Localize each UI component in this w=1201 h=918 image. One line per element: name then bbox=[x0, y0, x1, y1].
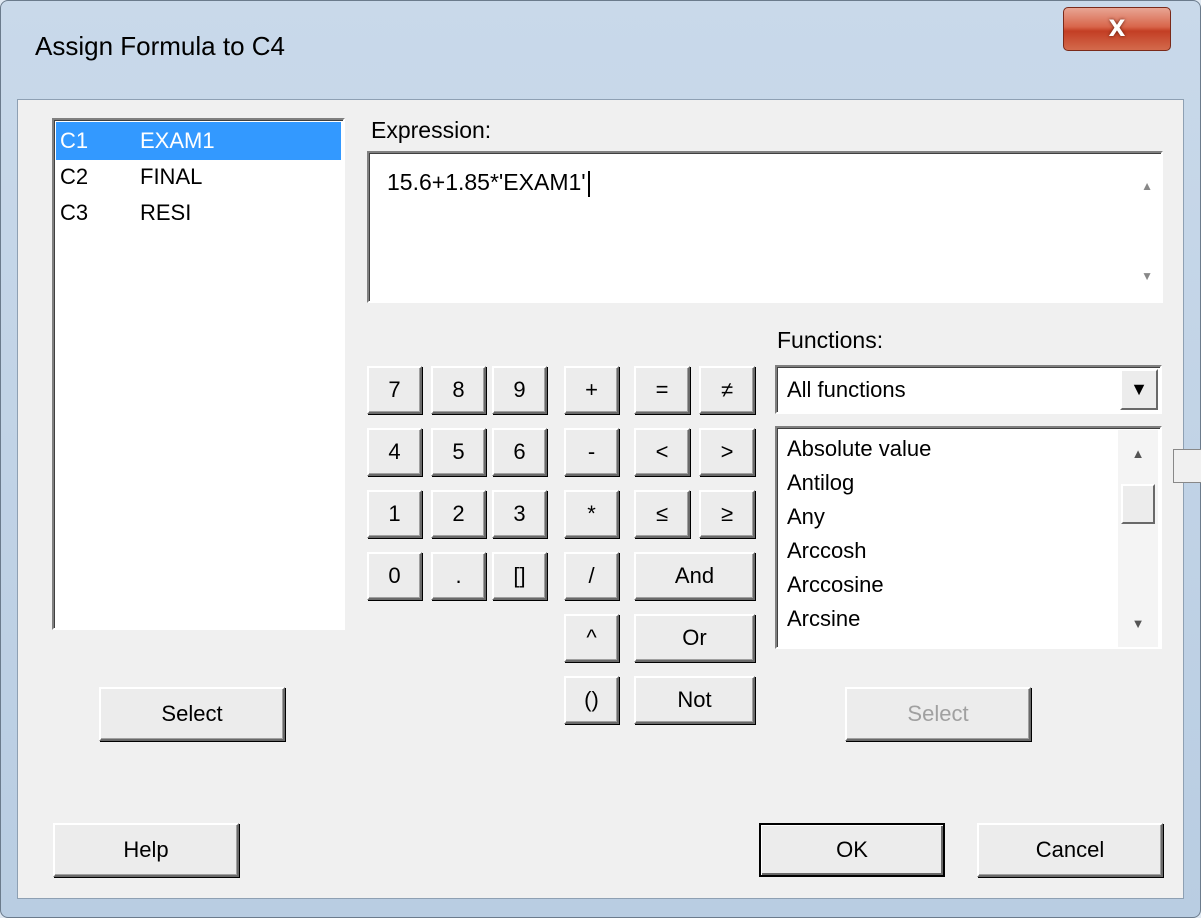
functions-list[interactable]: Absolute value Antilog Any Arccosh Arcco… bbox=[775, 426, 1162, 649]
function-item[interactable]: Absolute value bbox=[787, 436, 931, 462]
function-item[interactable]: Any bbox=[787, 504, 825, 530]
ok-button[interactable]: OK bbox=[759, 823, 945, 877]
key-greater-than[interactable]: > bbox=[699, 428, 755, 476]
key-parentheses[interactable]: () bbox=[564, 676, 619, 724]
column-name: FINAL bbox=[140, 164, 203, 189]
column-name: RESI bbox=[140, 200, 192, 225]
key-power[interactable]: ^ bbox=[564, 614, 619, 662]
column-id: C2 bbox=[60, 164, 89, 189]
key-4[interactable]: 4 bbox=[367, 428, 422, 476]
key-not[interactable]: Not bbox=[634, 676, 755, 724]
key-plus[interactable]: + bbox=[564, 366, 619, 414]
key-9[interactable]: 9 bbox=[492, 366, 547, 414]
key-greater-equal[interactable]: ≥ bbox=[699, 490, 755, 538]
key-multiply[interactable]: * bbox=[564, 490, 619, 538]
key-3[interactable]: 3 bbox=[492, 490, 547, 538]
key-or[interactable]: Or bbox=[634, 614, 755, 662]
column-item-c3[interactable]: C3 RESI bbox=[56, 194, 341, 232]
column-name: EXAM1 bbox=[140, 128, 215, 153]
function-item[interactable]: Arcsine bbox=[787, 606, 860, 632]
column-id: C3 bbox=[60, 200, 89, 225]
expression-text: 15.6+1.85*'EXAM1' bbox=[387, 169, 590, 197]
cancel-button[interactable]: Cancel bbox=[977, 823, 1163, 877]
scrollbar-thumb[interactable] bbox=[1121, 484, 1155, 524]
key-5[interactable]: 5 bbox=[431, 428, 486, 476]
key-6[interactable]: 6 bbox=[492, 428, 547, 476]
column-list[interactable]: C1 EXAM1 C2 FINAL C3 RESI bbox=[52, 118, 345, 630]
key-and[interactable]: And bbox=[634, 552, 755, 600]
scroll-up-arrow-icon[interactable]: ▲ bbox=[1118, 446, 1158, 461]
scroll-down-arrow-icon[interactable]: ▼ bbox=[1118, 616, 1158, 631]
functions-scrollbar[interactable]: ▲ ▼ bbox=[1118, 430, 1158, 647]
function-item[interactable]: Arccosine bbox=[787, 572, 884, 598]
help-button[interactable]: Help bbox=[53, 823, 239, 877]
function-item[interactable]: Arccosh bbox=[787, 538, 866, 564]
scroll-up-arrow-icon[interactable]: ▲ bbox=[1141, 179, 1153, 193]
key-2[interactable]: 2 bbox=[431, 490, 486, 538]
close-button[interactable]: X bbox=[1063, 7, 1171, 51]
key-7[interactable]: 7 bbox=[367, 366, 422, 414]
function-select-button[interactable]: Select bbox=[845, 687, 1031, 741]
dialog-title: Assign Formula to C4 bbox=[35, 31, 285, 61]
side-resize-tab[interactable] bbox=[1173, 449, 1201, 483]
column-id: C1 bbox=[60, 128, 89, 153]
expression-input[interactable]: 15.6+1.85*'EXAM1' ▲ ▼ bbox=[367, 151, 1163, 303]
dialog-window: Assign Formula to C4 X C1 EXAM1 C2 FINAL… bbox=[0, 0, 1201, 918]
dropdown-arrow-icon[interactable]: ▼ bbox=[1120, 369, 1158, 410]
key-brackets[interactable]: [] bbox=[492, 552, 547, 600]
functions-filter-value: All functions bbox=[787, 377, 906, 402]
title-bar[interactable]: Assign Formula to C4 X bbox=[1, 1, 1200, 99]
column-select-button[interactable]: Select bbox=[99, 687, 285, 741]
key-0[interactable]: 0 bbox=[367, 552, 422, 600]
function-item[interactable]: Antilog bbox=[787, 470, 854, 496]
key-less-equal[interactable]: ≤ bbox=[634, 490, 690, 538]
functions-label: Functions: bbox=[777, 327, 884, 353]
key-equals[interactable]: = bbox=[634, 366, 690, 414]
functions-filter-dropdown[interactable]: All functions ▼ bbox=[775, 365, 1162, 414]
scroll-down-arrow-icon[interactable]: ▼ bbox=[1141, 269, 1153, 283]
key-less-than[interactable]: < bbox=[634, 428, 690, 476]
expression-value: 15.6+1.85*'EXAM1' bbox=[387, 169, 586, 195]
expression-label: Expression: bbox=[371, 117, 492, 143]
key-minus[interactable]: - bbox=[564, 428, 619, 476]
key-8[interactable]: 8 bbox=[431, 366, 486, 414]
key-not-equal[interactable]: ≠ bbox=[699, 366, 755, 414]
key-divide[interactable]: / bbox=[564, 552, 619, 600]
text-caret bbox=[587, 170, 590, 197]
key-decimal[interactable]: . bbox=[431, 552, 486, 600]
column-item-c2[interactable]: C2 FINAL bbox=[56, 158, 341, 196]
key-1[interactable]: 1 bbox=[367, 490, 422, 538]
column-item-c1[interactable]: C1 EXAM1 bbox=[56, 122, 341, 160]
